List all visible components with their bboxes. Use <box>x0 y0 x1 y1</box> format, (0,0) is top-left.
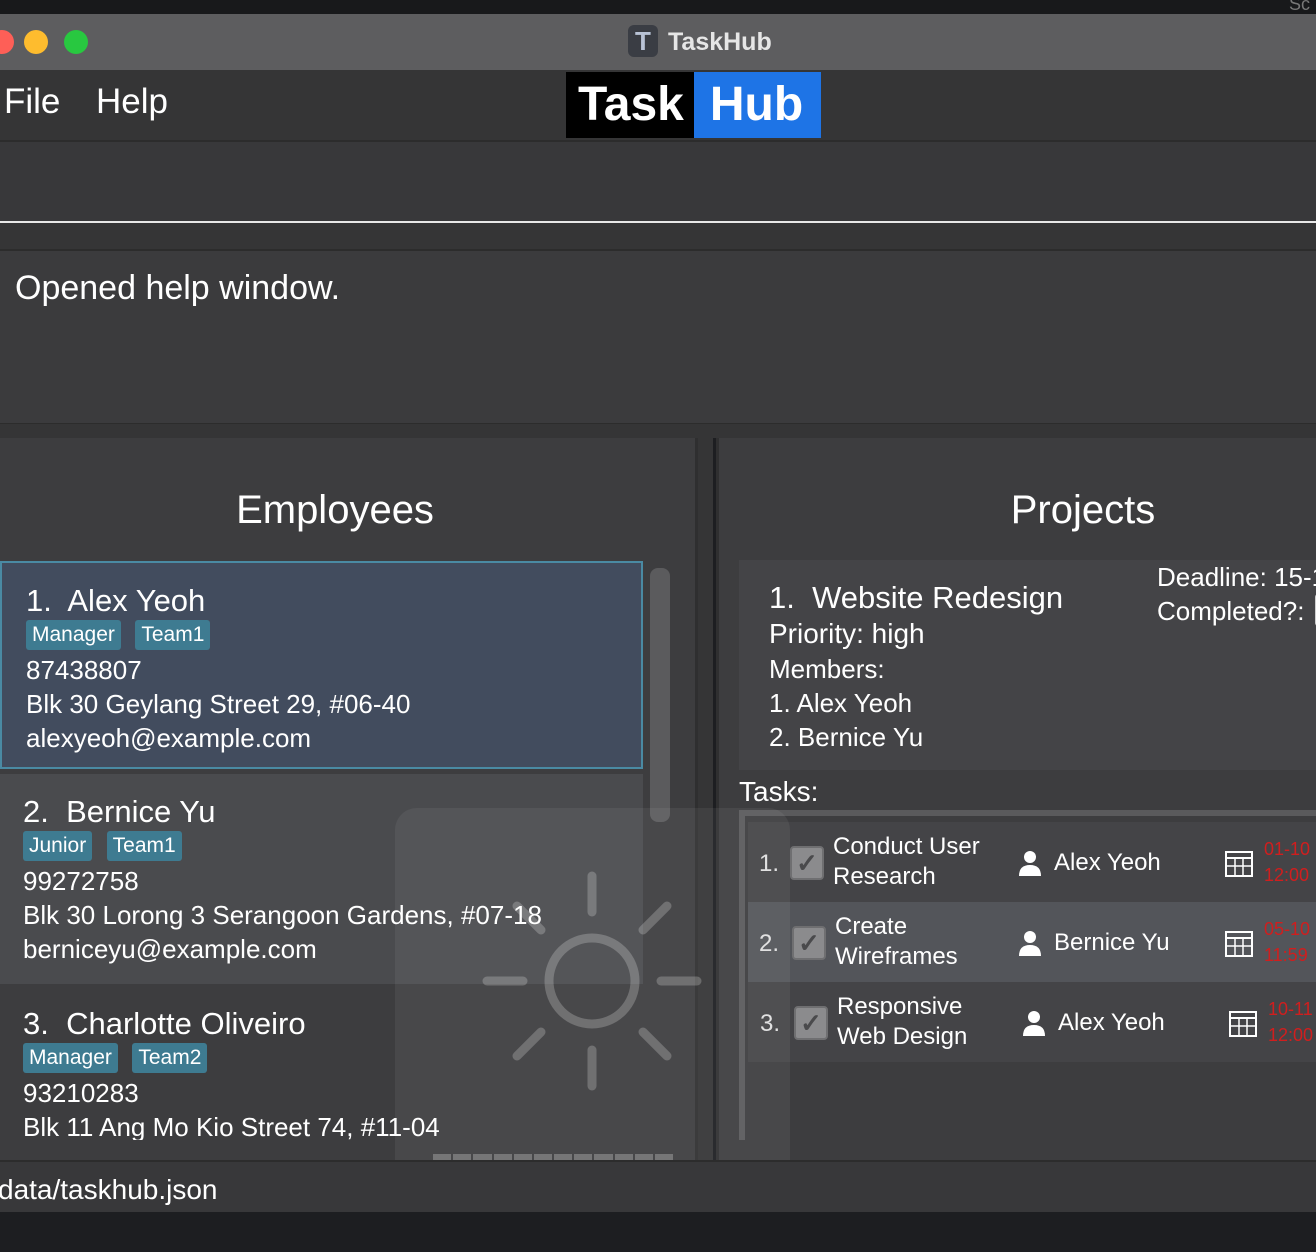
screen-top-strip: Sc <box>0 0 1316 14</box>
employee-name: 1. Alex Yeoh <box>26 583 206 618</box>
result-display: Opened help window. <box>0 249 1316 425</box>
task-row-3[interactable]: 3. ✓ Responsive Web Design Alex Yeoh 10-… <box>748 982 1316 1062</box>
employee-email: berniceyu@example.com <box>23 934 317 964</box>
person-icon <box>1019 931 1041 956</box>
command-input[interactable] <box>0 142 1316 222</box>
logo-hub-text: Hub <box>693 72 822 138</box>
minimize-window-button[interactable] <box>24 30 48 54</box>
employee-phone: 99272758 <box>23 866 139 896</box>
zoom-window-button[interactable] <box>64 30 88 54</box>
employee-name: 2. Bernice Yu <box>23 794 216 829</box>
status-bar: data/taskhub.json <box>0 1160 1316 1214</box>
employee-address: Blk 11 Ang Mo Kio Street 74, #11-04 <box>23 1112 440 1140</box>
tag-team: Team1 <box>135 620 211 650</box>
tag-team: Team1 <box>106 831 182 861</box>
projects-title: Projects <box>1010 488 1156 532</box>
tasks-label: Tasks: <box>739 776 819 807</box>
employees-title: Employees <box>236 488 434 532</box>
result-text: Opened help window. <box>15 269 341 307</box>
window-title: TaskHub <box>668 28 772 56</box>
completed-label: Completed?: <box>1157 596 1305 626</box>
tag-role: Junior <box>23 831 93 861</box>
employees-scrollbar[interactable] <box>650 568 670 822</box>
employee-email: alexyeoh@example.com <box>26 723 312 753</box>
tag-role: Manager <box>23 1043 118 1073</box>
tag-role: Manager <box>26 620 121 650</box>
employee-tags: Manager Team2 <box>23 1043 208 1073</box>
task-assignee: Alex Yeoh <box>1058 1009 1165 1036</box>
project-name: 1. Website Redesign <box>769 580 1064 615</box>
app-icon: T <box>628 25 658 57</box>
person-icon <box>1019 851 1041 876</box>
task-title: Create Wireframes <box>835 913 958 970</box>
calendar-icon <box>1225 931 1253 957</box>
employee-name: 3. Charlotte Oliveiro <box>23 1006 306 1041</box>
member-item: 1. Alex Yeoh <box>769 688 913 718</box>
task-date: 01-10 12:00 <box>1264 839 1311 885</box>
task-row-1[interactable]: 1. ✓ Conduct User Research Alex Yeoh 01-… <box>748 822 1316 902</box>
task-row-2[interactable]: 2. ✓ Create Wireframes Bernice Yu 05-10 … <box>748 902 1316 982</box>
task-check-icon[interactable]: ✓ <box>794 1006 828 1040</box>
employee-phone: 93210283 <box>23 1078 139 1108</box>
employee-phone: 87438807 <box>26 655 142 685</box>
close-window-button[interactable] <box>0 30 14 54</box>
data-file-path: data/taskhub.json <box>0 1174 218 1205</box>
project-priority: Priority: high <box>769 618 925 649</box>
task-assignee: Bernice Yu <box>1054 929 1170 956</box>
calendar-icon <box>1229 1011 1257 1037</box>
task-check-icon[interactable]: ✓ <box>792 926 826 960</box>
employee-tags: Manager Team1 <box>26 620 211 650</box>
app-logo: Task Hub <box>566 72 822 138</box>
project-deadline: Deadline: 15-1 <box>1157 562 1316 592</box>
person-icon <box>1023 1011 1045 1036</box>
brightness-icon <box>482 871 702 1091</box>
task-title: Conduct User Research <box>833 833 980 890</box>
menu-file[interactable]: File <box>4 82 60 122</box>
members-label: Members: <box>769 654 885 684</box>
task-title: Responsive Web Design <box>837 993 968 1050</box>
employee-card-1[interactable]: 1. Alex Yeoh Manager Team1 87438807 Blk … <box>0 561 643 769</box>
task-date: 05-10 11:59 <box>1264 919 1311 965</box>
title-bar: T TaskHub <box>0 14 1316 71</box>
screen-bottom-strip <box>0 1212 1316 1252</box>
tag-team: Team2 <box>132 1043 208 1073</box>
menu-bar: File Help Task Hub <box>0 70 1316 142</box>
task-assignee: Alex Yeoh <box>1054 849 1161 876</box>
calendar-icon <box>1225 851 1253 877</box>
task-check-icon[interactable]: ✓ <box>790 846 824 880</box>
employee-address: Blk 30 Geylang Street 29, #06-40 <box>26 689 411 719</box>
separator <box>0 223 1316 249</box>
corner-text: Sc <box>1288 0 1310 14</box>
brightness-hud <box>395 808 790 1203</box>
task-date: 10-11 12:00 <box>1268 999 1314 1045</box>
logo-task-text: Task <box>566 72 694 138</box>
project-card-1[interactable]: 1. Website Redesign Priority: high Membe… <box>739 560 1316 770</box>
separator <box>0 424 1316 438</box>
member-item: 2. Bernice Yu <box>769 722 924 752</box>
employee-tags: Junior Team1 <box>23 831 182 861</box>
menu-help[interactable]: Help <box>96 82 168 122</box>
